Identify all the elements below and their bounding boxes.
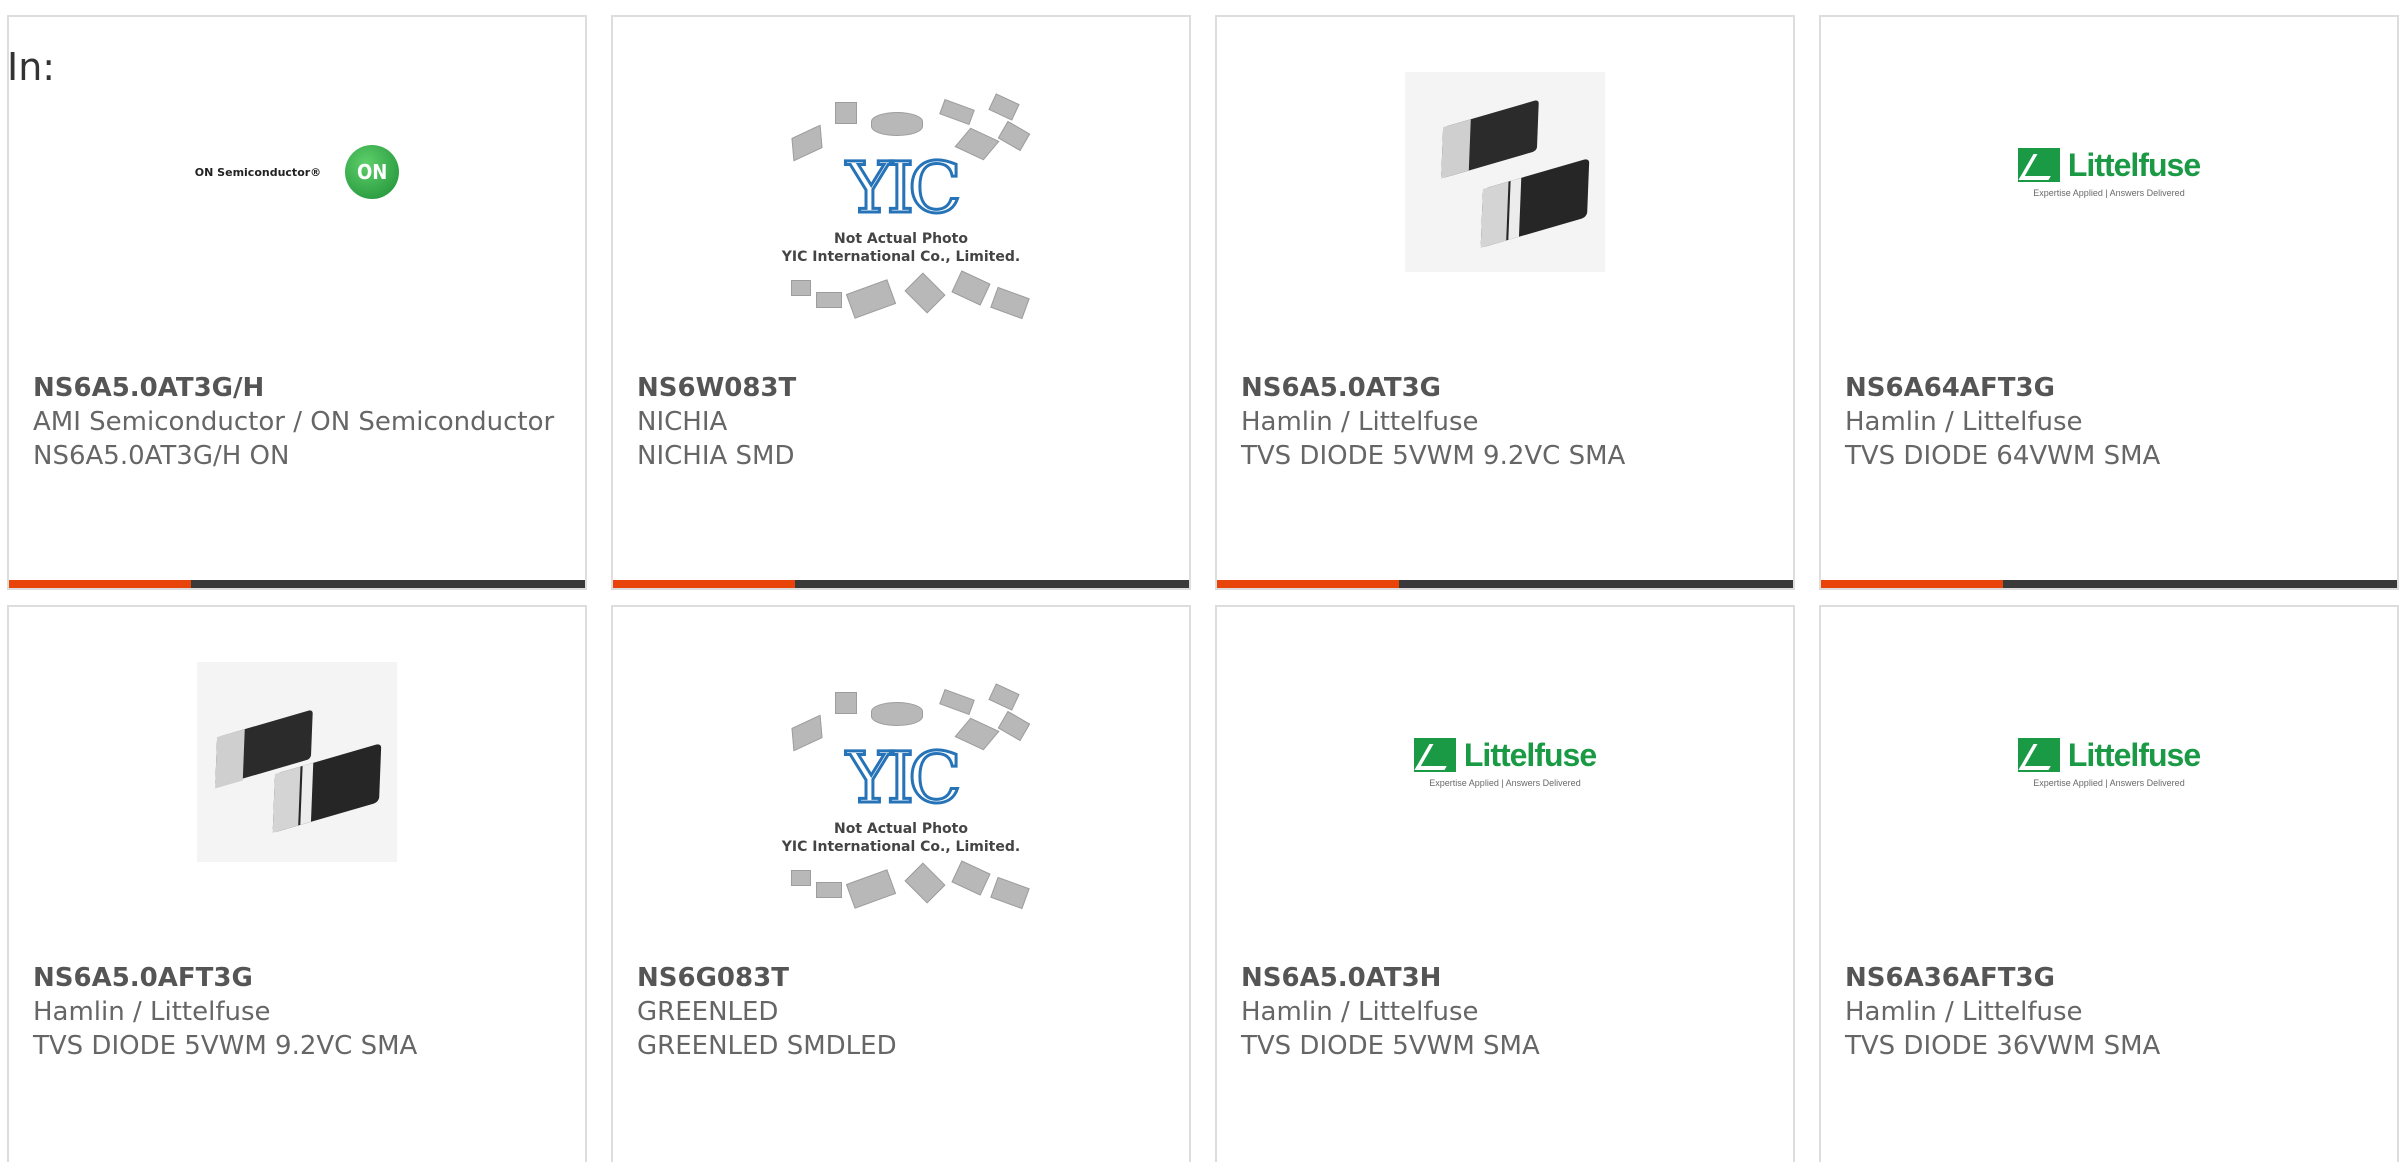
manufacturer: AMI Semiconductor / ON Semiconductor (33, 407, 555, 437)
description: NICHIA SMD (637, 441, 795, 471)
product-info: NS6W083T NICHIA NICHIA SMD (637, 371, 1169, 473)
product-thumbnail[interactable] (9, 657, 585, 947)
product-info: NS6A64AFT3G Hamlin / Littelfuse TVS DIOD… (1845, 371, 2377, 473)
description: GREENLED SMDLED (637, 1031, 897, 1061)
littelfuse-mark-icon (1413, 738, 1456, 772)
description: TVS DIODE 5VWM 9.2VC SMA (33, 1031, 418, 1061)
sma-diode-photo (197, 662, 397, 862)
description: NS6A5.0AT3G/H ON (33, 441, 290, 471)
manufacturer: GREENLED (637, 997, 779, 1027)
product-info: NS6A36AFT3G Hamlin / Littelfuse TVS DIOD… (1845, 961, 2377, 1063)
part-number-link[interactable]: NS6A5.0AT3G (1241, 371, 1773, 405)
part-number-link[interactable]: NS6A5.0AT3G/H (33, 371, 565, 405)
product-info: NS6A5.0AT3G/H AMI Semiconductor / ON Sem… (33, 371, 565, 473)
manufacturer: Hamlin / Littelfuse (33, 997, 271, 1027)
on-semiconductor-logo: ON Semiconductor® ON (195, 145, 400, 199)
littelfuse-mark-icon (2017, 148, 2060, 182)
product-card[interactable]: ON Semiconductor® ON NS6A5.0AT3G/H AMI S… (7, 15, 587, 590)
part-number-link[interactable]: NS6G083T (637, 961, 1169, 995)
manufacturer: Hamlin / Littelfuse (1241, 407, 1479, 437)
littelfuse-mark-icon (2017, 738, 2060, 772)
product-thumbnail[interactable]: Littelfuse Expertise Applied | Answers D… (1821, 67, 2397, 357)
manufacturer: Hamlin / Littelfuse (1845, 997, 2083, 1027)
product-thumbnail[interactable]: YIC Not Actual Photo YIC International Co… (613, 67, 1189, 357)
product-thumbnail[interactable]: ON Semiconductor® ON (9, 67, 585, 357)
littelfuse-logo: Littelfuse Expertise Applied | Answers D… (2017, 147, 2201, 198)
description: TVS DIODE 36VWM SMA (1845, 1031, 2161, 1061)
card-bottom-bar (1821, 580, 2397, 588)
in-label: In: (7, 45, 56, 89)
yic-placeholder-image: YIC Not Actual Photo YIC International Co… (761, 92, 1041, 332)
product-card[interactable]: NS6A5.0AFT3G Hamlin / Littelfuse TVS DIO… (7, 605, 587, 1162)
description: TVS DIODE 5VWM 9.2VC SMA (1241, 441, 1626, 471)
part-number-link[interactable]: NS6W083T (637, 371, 1169, 405)
product-thumbnail[interactable]: Littelfuse Expertise Applied | Answers D… (1217, 657, 1793, 947)
product-card[interactable]: Littelfuse Expertise Applied | Answers D… (1215, 605, 1795, 1162)
yic-logo: YIC (845, 737, 963, 820)
card-bottom-bar (613, 580, 1189, 588)
littelfuse-logo: Littelfuse Expertise Applied | Answers D… (2017, 737, 2201, 788)
description: TVS DIODE 5VWM SMA (1241, 1031, 1540, 1061)
part-number-link[interactable]: NS6A5.0AFT3G (33, 961, 565, 995)
manufacturer: Hamlin / Littelfuse (1845, 407, 2083, 437)
product-info: NS6A5.0AT3G Hamlin / Littelfuse TVS DIOD… (1241, 371, 1773, 473)
manufacturer: Hamlin / Littelfuse (1241, 997, 1479, 1027)
yic-placeholder-image: YIC Not Actual Photo YIC International Co… (761, 682, 1041, 922)
product-grid-page: In: ON Semiconductor® ON NS6A5.0AT3G/H A… (0, 0, 2400, 1162)
card-bottom-bar (9, 580, 585, 588)
product-info: NS6A5.0AT3H Hamlin / Littelfuse TVS DIOD… (1241, 961, 1773, 1063)
card-bottom-bar (1217, 580, 1793, 588)
product-thumbnail[interactable]: YIC Not Actual Photo YIC International Co… (613, 657, 1189, 947)
littelfuse-logo: Littelfuse Expertise Applied | Answers D… (1413, 737, 1597, 788)
part-number-link[interactable]: NS6A64AFT3G (1845, 371, 2377, 405)
product-info: NS6A5.0AFT3G Hamlin / Littelfuse TVS DIO… (33, 961, 565, 1063)
product-thumbnail[interactable] (1217, 67, 1793, 357)
product-thumbnail[interactable]: Littelfuse Expertise Applied | Answers D… (1821, 657, 2397, 947)
product-card[interactable]: NS6A5.0AT3G Hamlin / Littelfuse TVS DIOD… (1215, 15, 1795, 590)
sma-diode-photo (1405, 72, 1605, 272)
product-card[interactable]: Littelfuse Expertise Applied | Answers D… (1819, 605, 2399, 1162)
part-number-link[interactable]: NS6A5.0AT3H (1241, 961, 1773, 995)
product-info: NS6G083T GREENLED GREENLED SMDLED (637, 961, 1169, 1063)
product-card[interactable]: YIC Not Actual Photo YIC International Co… (611, 15, 1191, 590)
product-card[interactable]: Littelfuse Expertise Applied | Answers D… (1819, 15, 2399, 590)
manufacturer: NICHIA (637, 407, 728, 437)
yic-logo: YIC (845, 147, 963, 230)
part-number-link[interactable]: NS6A36AFT3G (1845, 961, 2377, 995)
product-card[interactable]: YIC Not Actual Photo YIC International Co… (611, 605, 1191, 1162)
description: TVS DIODE 64VWM SMA (1845, 441, 2161, 471)
